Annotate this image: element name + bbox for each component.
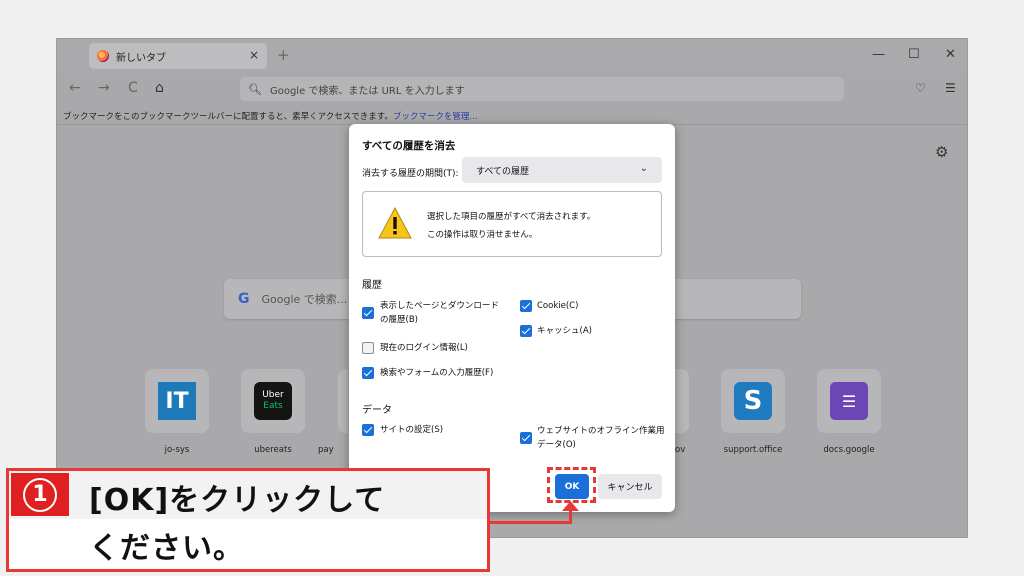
site-settings-checkbox[interactable] bbox=[362, 424, 374, 436]
shortcut-tile bbox=[675, 369, 689, 433]
site-settings-label: サイトの設定(S) bbox=[380, 425, 444, 435]
connector-arrow-icon bbox=[562, 501, 579, 511]
browsing-history-checkbox[interactable] bbox=[362, 307, 374, 319]
cache-checkbox[interactable] bbox=[520, 325, 532, 337]
warning-box: 選択した項目の履歴がすべて消去されます。 この操作は取り消せません。 bbox=[362, 191, 662, 257]
title-bar: 新しいタブ × + — ☐ ✕ bbox=[57, 39, 967, 73]
shortcut-tile: S bbox=[721, 369, 785, 433]
close-window-button[interactable]: ✕ bbox=[945, 47, 956, 62]
form-history-checkbox[interactable] bbox=[362, 367, 374, 379]
time-range-value: すべての履歴 bbox=[476, 166, 530, 177]
shortcut-tile: IT bbox=[145, 369, 209, 433]
shortcut-tile: ☰ bbox=[817, 369, 881, 433]
shortcut-label: docs.google bbox=[823, 445, 875, 455]
clear-history-dialog: すべての履歴を消去 消去する履歴の期間(T): すべての履歴 ⌄ 選択した項目の… bbox=[349, 124, 675, 512]
time-range-select[interactable]: すべての履歴 ⌄ bbox=[462, 157, 662, 183]
shortcut-label: pay bbox=[318, 445, 334, 455]
bookmark-hint-text: ブックマークをこのブックマークツールバーに配置すると、素早くアクセスできます。 bbox=[63, 112, 393, 122]
shortcut-tile: Uber Eats bbox=[241, 369, 305, 433]
step-number: 1 bbox=[23, 477, 57, 512]
firefox-logo-icon bbox=[97, 50, 109, 62]
back-button[interactable]: ← bbox=[69, 80, 81, 96]
shortcut-label: ubereats bbox=[254, 445, 292, 455]
cookie-checkbox[interactable] bbox=[520, 300, 532, 312]
home-button[interactable]: ⌂ bbox=[155, 80, 164, 96]
newtab-search-placeholder: Google で検索... bbox=[261, 293, 348, 306]
step-number-badge: 1 bbox=[11, 473, 69, 516]
logins-label: 現在のログイン情報(L) bbox=[380, 343, 468, 353]
eats-logo-text: Eats bbox=[263, 401, 283, 411]
history-heading: 履歴 bbox=[362, 280, 382, 291]
warning-text-line2: この操作は取り消せません。 bbox=[427, 230, 538, 240]
tab-close-icon[interactable]: × bbox=[249, 48, 259, 62]
tab-title: 新しいタブ bbox=[116, 52, 166, 64]
forward-button[interactable]: → bbox=[98, 80, 110, 96]
menu-icon[interactable]: ☰ bbox=[945, 81, 956, 95]
connector-line-horizontal bbox=[489, 521, 572, 524]
caption-line2: ください。 bbox=[89, 531, 244, 566]
gear-icon[interactable]: ⚙ bbox=[935, 143, 948, 161]
url-placeholder: Google で検索、または URL を入力します bbox=[269, 85, 465, 97]
bookmark-toolbar: ブックマークをこのブックマークツールバーに配置すると、素早くアクセスできます。ブ… bbox=[57, 105, 967, 125]
search-icon: 🔍︎ bbox=[248, 82, 262, 96]
shortcut-ov[interactable]: ov bbox=[675, 369, 705, 455]
warning-text-line1: 選択した項目の履歴がすべて消去されます。 bbox=[427, 212, 596, 222]
cache-label: キャッシュ(A) bbox=[537, 326, 592, 336]
shortcut-support-office[interactable]: S support.office bbox=[718, 369, 788, 455]
data-heading: データ bbox=[362, 405, 392, 416]
url-bar[interactable]: 🔍︎ Google で検索、または URL を入力します bbox=[240, 77, 844, 101]
navigation-bar: ← → C ⌂ 🔍︎ Google で検索、または URL を入力します ♡ ☰ bbox=[57, 73, 967, 105]
form-history-label: 検索やフォームの入力履歴(F) bbox=[380, 368, 494, 378]
instruction-caption: 1 [OK]をクリックして ください。 bbox=[6, 468, 490, 572]
maximize-button[interactable]: ☐ bbox=[908, 47, 920, 62]
shortcut-ubereats[interactable]: Uber Eats ubereats bbox=[238, 369, 308, 455]
ok-button-highlight bbox=[547, 467, 596, 503]
caption-line1: [OK]をクリックして bbox=[89, 483, 386, 518]
pocket-icon[interactable]: ♡ bbox=[915, 81, 926, 95]
offline-data-checkbox[interactable] bbox=[520, 432, 532, 444]
time-range-label: 消去する履歴の期間(T): bbox=[362, 169, 459, 179]
tab-new-tab[interactable]: 新しいタブ × bbox=[89, 43, 267, 69]
shortcut-pay[interactable]: pay bbox=[318, 369, 348, 455]
minimize-button[interactable]: — bbox=[872, 47, 885, 62]
google-icon: G bbox=[238, 291, 250, 307]
uber-eats-logo-icon: Uber Eats bbox=[254, 382, 292, 420]
shortcut-label: ov bbox=[675, 445, 686, 455]
shortcut-docs-google[interactable]: ☰ docs.google bbox=[814, 369, 884, 455]
shortcut-label: support.office bbox=[723, 445, 783, 455]
reload-button[interactable]: C bbox=[128, 80, 138, 96]
browsing-history-label: 表示したページとダウンロードの履歴(B) bbox=[380, 301, 499, 325]
cancel-button[interactable]: キャンセル bbox=[598, 474, 662, 499]
it-logo-icon: IT bbox=[158, 382, 196, 420]
dialog-title: すべての履歴を消去 bbox=[362, 140, 456, 152]
shortcut-tile bbox=[338, 369, 348, 433]
new-tab-button[interactable]: + bbox=[277, 46, 290, 64]
warning-icon bbox=[378, 206, 412, 239]
manage-bookmarks-link[interactable]: ブックマークを管理... bbox=[393, 112, 478, 122]
offline-data-label: ウェブサイトのオフライン作業用データ(O) bbox=[537, 426, 665, 450]
shortcut-label: jo-sys bbox=[164, 445, 190, 455]
shortcut-jo-sys[interactable]: IT jo-sys bbox=[142, 369, 212, 455]
s-logo-icon: S bbox=[734, 382, 772, 420]
forms-logo-icon: ☰ bbox=[830, 382, 868, 420]
chevron-down-icon: ⌄ bbox=[639, 163, 648, 174]
logins-checkbox[interactable] bbox=[362, 342, 374, 354]
cookie-label: Cookie(C) bbox=[537, 301, 579, 311]
uber-logo-text: Uber bbox=[262, 390, 284, 400]
